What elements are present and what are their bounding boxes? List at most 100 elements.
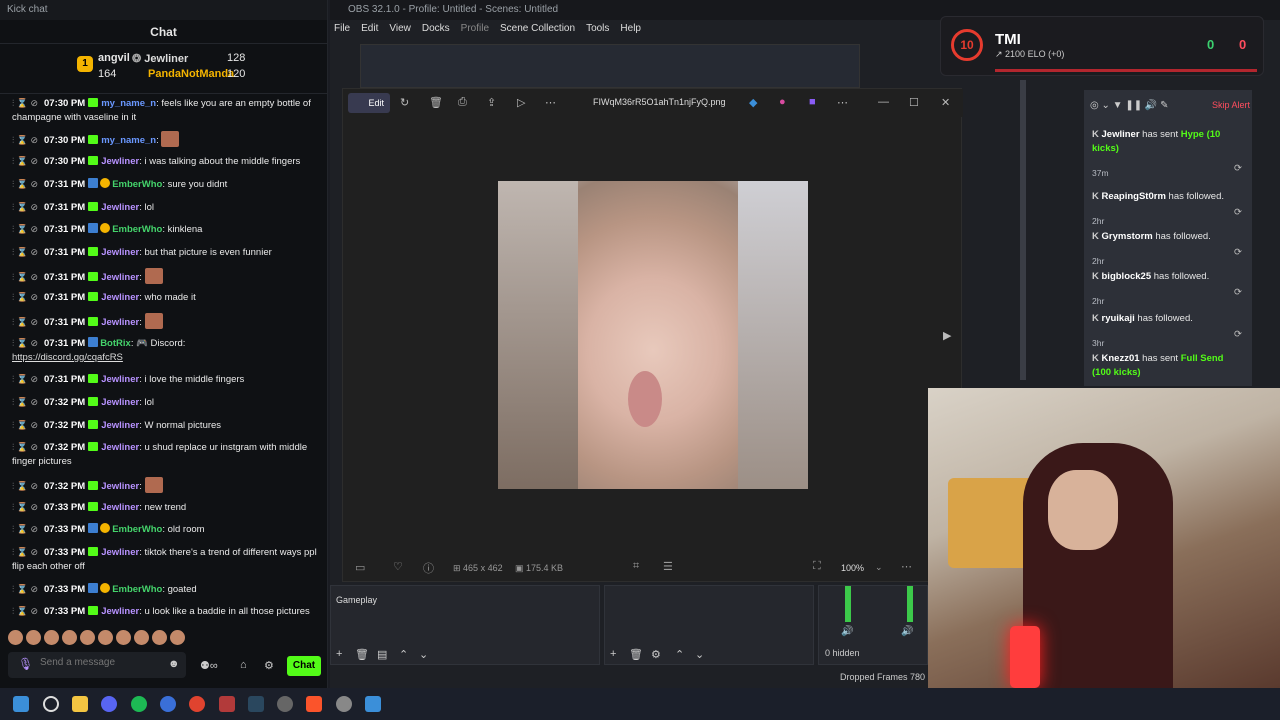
message-username[interactable]: EmberWho (112, 524, 162, 535)
message-username[interactable]: Jewliner (101, 202, 139, 213)
volume-icon[interactable]: 🔊 (841, 626, 853, 637)
store-icon[interactable]: ⌂ (240, 659, 247, 671)
chat-message[interactable]: ⫶ ⌛ ⊘ 07:30 PM Jewliner: i was talking abo… (12, 154, 318, 169)
mod-icons[interactable]: ⫶ ⌛ ⊘ (12, 317, 38, 327)
chat-message[interactable]: ⫶ ⌛ ⊘ 07:32 PM Jewliner: (12, 477, 318, 494)
down-icon[interactable]: ⌄ (695, 648, 704, 661)
delete-icon[interactable]: 🗑 (429, 96, 443, 109)
adjust-icon[interactable]: ☰ (663, 560, 673, 573)
more-icon[interactable]: ⋯ (901, 560, 912, 573)
mod-icons[interactable]: ⫶ ⌛ ⊘ (12, 584, 38, 594)
alert-user[interactable]: ReapingSt0rm (1102, 191, 1166, 202)
slideshow-icon[interactable]: ▷ (517, 96, 525, 109)
mod-icons[interactable]: ⫶ ⌛ ⊘ (12, 442, 38, 452)
filter-icon[interactable]: ▤ (377, 648, 387, 661)
emoji-icon[interactable]: ☻ (168, 658, 180, 670)
alert-item[interactable]: K Grymstorm has followed. 2hr ⟳ (1092, 230, 1244, 266)
chat-message[interactable]: ⫶ ⌛ ⊘ 07:30 PM my_name_n: (12, 131, 318, 148)
menu-help[interactable]: Help (620, 20, 641, 38)
chevron-down-icon[interactable]: ⌄ (875, 562, 883, 573)
message-username[interactable]: Jewliner (101, 317, 139, 328)
message-username[interactable]: Jewliner (101, 156, 139, 167)
gift-icon[interactable]: ⚉∞ (200, 659, 218, 672)
chat-message[interactable]: ⫶ ⌛ ⊘ 07:32 PM Jewliner: lol (12, 395, 318, 410)
alert-user[interactable]: Grymstorm (1102, 231, 1153, 242)
message-username[interactable]: BotRix (100, 338, 131, 349)
alert-controls[interactable]: ◎ ⌄ ▼ ❚❚ 🔊 ✎ (1090, 100, 1168, 111)
message-input[interactable] (40, 657, 160, 668)
search-icon[interactable] (43, 696, 59, 712)
mod-icons[interactable]: ⫶ ⌛ ⊘ (12, 179, 38, 189)
app-icon[interactable]: ● (779, 96, 786, 108)
crop-icon[interactable]: ⌗ (633, 560, 639, 573)
send-chat-button[interactable]: Chat (287, 656, 321, 676)
replay-icon[interactable]: ⟳ (1234, 246, 1242, 260)
message-username[interactable]: Jewliner (101, 247, 139, 258)
alert-user[interactable]: ryuikaji (1102, 313, 1135, 324)
mod-icons[interactable]: ⫶ ⌛ ⊘ (12, 481, 38, 491)
message-username[interactable]: EmberWho (112, 224, 162, 235)
chat-messages[interactable]: ⫶ ⌛ ⊘ 07:30 PM my_name_n: feels like you a… (0, 96, 328, 624)
chat-message[interactable]: ⫶ ⌛ ⊘ 07:31 PM EmberWho: sure you didnt (12, 177, 318, 192)
chat-message[interactable]: ⫶ ⌛ ⊘ 07:31 PM EmberWho: kinklena (12, 222, 318, 237)
app-icon[interactable] (160, 696, 176, 712)
mod-icons[interactable]: ⫶ ⌛ ⊘ (12, 292, 38, 302)
menu-scene-collection[interactable]: Scene Collection (500, 20, 575, 38)
chat-message[interactable]: ⫶ ⌛ ⊘ 07:33 PM Jewliner: tiktok there's a … (12, 545, 318, 574)
minimize-icon[interactable]: — (878, 96, 889, 108)
zoom-level[interactable]: 100% (841, 563, 864, 573)
mod-icons[interactable]: ⫶ ⌛ ⊘ (12, 397, 38, 407)
close-icon[interactable]: ✕ (941, 96, 950, 109)
chat-message[interactable]: ⫶ ⌛ ⊘ 07:33 PM Jewliner: u look like a bad… (12, 604, 318, 619)
chat-message[interactable]: ⫶ ⌛ ⊘ 07:31 PM Jewliner: but that picture … (12, 245, 318, 260)
discord-link[interactable]: https://discord.gg/cqafcRS (12, 352, 123, 363)
mod-icons[interactable]: ⫶ ⌛ ⊘ (12, 272, 38, 282)
menu-profile[interactable]: Profile (461, 20, 489, 38)
chat-message[interactable]: ⫶ ⌛ ⊘ 07:33 PM EmberWho: old room (12, 522, 318, 537)
chat-message[interactable]: ⫶ ⌛ ⊘ 07:31 PM Jewliner: (12, 268, 318, 285)
alert-user[interactable]: bigblock25 (1102, 271, 1152, 282)
settings-icon[interactable]: ⚙ (264, 659, 274, 672)
chat-message[interactable]: ⫶ ⌛ ⊘ 07:33 PM EmberWho: goated (12, 582, 318, 597)
replay-icon[interactable]: ⟳ (1234, 286, 1242, 300)
leader-name[interactable]: PandaNotManda (148, 68, 234, 80)
message-username[interactable]: EmberWho (112, 179, 162, 190)
spotify-icon[interactable] (131, 696, 147, 712)
more-icon[interactable]: ⋯ (837, 96, 848, 109)
message-input-box[interactable]: 🎙 ☻ (8, 652, 186, 678)
chat-message[interactable]: ⫶ ⌛ ⊘ 07:32 PM Jewliner: u shud replace ur… (12, 440, 318, 469)
more-icon[interactable]: ⋯ (545, 96, 556, 109)
add-icon[interactable]: + (610, 648, 616, 660)
alert-item[interactable]: K ryuikaji has followed. 3hr ⟳ (1092, 312, 1244, 348)
message-username[interactable]: EmberWho (112, 584, 162, 595)
rotate-icon[interactable]: ↻ (400, 96, 409, 109)
alert-item[interactable]: K Knezz01 has sent Full Send (100 kicks)… (1092, 352, 1244, 398)
menu-file[interactable]: File (334, 20, 350, 38)
mod-icons[interactable]: ⫶ ⌛ ⊘ (12, 547, 38, 557)
mod-icons[interactable]: ⫶ ⌛ ⊘ (12, 98, 38, 108)
preview-scrollbar[interactable] (1020, 80, 1026, 380)
replay-icon[interactable]: ⟳ (1234, 206, 1242, 220)
chrome-icon[interactable] (189, 696, 205, 712)
message-username[interactable]: my_name_n (101, 98, 156, 109)
alert-item[interactable]: K bigblock25 has followed. 2hr ⟳ (1092, 270, 1244, 306)
message-username[interactable]: Jewliner (101, 606, 139, 617)
steam-icon[interactable] (248, 696, 264, 712)
message-username[interactable]: Jewliner (101, 547, 139, 558)
replay-icon[interactable]: ⟳ (1234, 162, 1242, 176)
up-icon[interactable]: ⌃ (399, 648, 408, 661)
menu-tools[interactable]: Tools (586, 20, 609, 38)
message-username[interactable]: Jewliner (101, 442, 139, 453)
mod-icons[interactable]: ⫶ ⌛ ⊘ (12, 420, 38, 430)
alert-user[interactable]: Jewliner (1102, 129, 1140, 140)
file-explorer-icon[interactable] (72, 696, 88, 712)
alert-user[interactable]: Knezz01 (1102, 353, 1140, 364)
message-username[interactable]: Jewliner (101, 502, 139, 513)
add-icon[interactable]: + (336, 648, 342, 660)
chat-message[interactable]: ⫶ ⌛ ⊘ 07:31 PM Jewliner: (12, 313, 318, 330)
volume-icon[interactable]: 🔊 (901, 626, 913, 637)
brave-icon[interactable] (306, 696, 322, 712)
leader-name[interactable]: angvil (98, 52, 130, 64)
edit-button[interactable]: Edit (348, 93, 390, 113)
next-arrow-icon[interactable]: ▶ (943, 329, 951, 342)
